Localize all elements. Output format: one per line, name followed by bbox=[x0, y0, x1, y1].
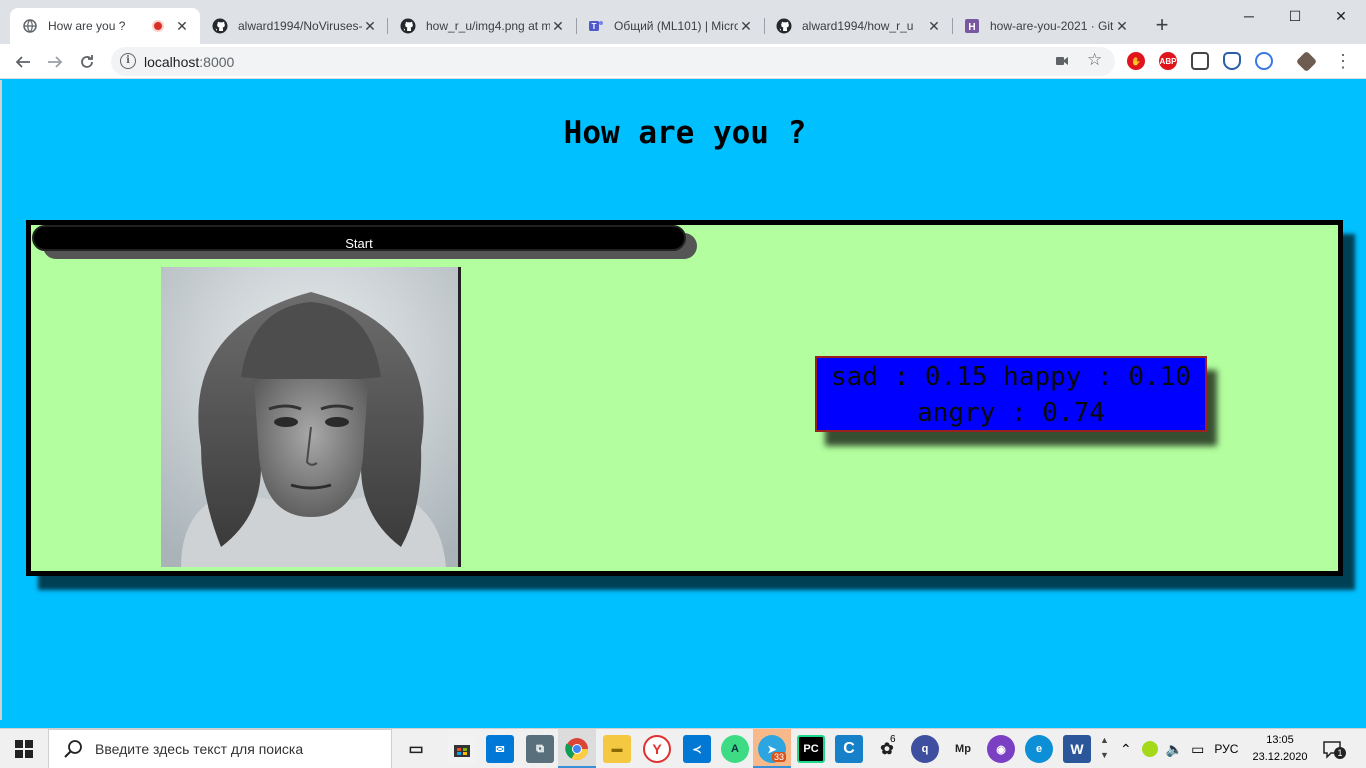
url-host: localhost bbox=[144, 54, 200, 70]
tray-overflow-icon[interactable]: ⌃ bbox=[1120, 741, 1132, 758]
camera-in-use-icon[interactable] bbox=[1056, 56, 1068, 66]
yandex-browser-icon[interactable]: Y bbox=[643, 735, 671, 763]
network-app-icon[interactable]: ⧉ bbox=[526, 735, 554, 763]
word-icon[interactable]: W bbox=[1063, 735, 1091, 763]
diamond-extension-icon[interactable] bbox=[1295, 50, 1318, 73]
svg-text:H: H bbox=[968, 22, 975, 33]
date: 23.12.2020 bbox=[1252, 751, 1308, 763]
url-port: :8000 bbox=[199, 54, 235, 70]
forward-button[interactable] bbox=[42, 49, 68, 75]
main-panel: Start sad: 0.15 happy: 0.10 angry: 0.… bbox=[26, 220, 1343, 576]
mail-icon[interactable]: ✉ bbox=[486, 735, 514, 763]
search-placeholder: Введите здесь текст для поиска bbox=[95, 741, 304, 757]
ccleaner-icon[interactable]: C bbox=[835, 735, 863, 763]
tab-title: alward1994/how_r_u bbox=[802, 19, 914, 33]
android-studio-icon[interactable]: A bbox=[721, 735, 749, 763]
notification-count: 1 bbox=[1334, 747, 1346, 759]
screen-extension-icon[interactable] bbox=[1191, 52, 1209, 70]
teams-icon: T bbox=[588, 18, 604, 34]
close-tab-icon[interactable]: ✕ bbox=[1114, 18, 1130, 34]
close-tab-icon[interactable]: ✕ bbox=[738, 18, 754, 34]
chrome-menu-icon[interactable]: ⋮ bbox=[1334, 50, 1352, 72]
pycharm-icon[interactable]: PC bbox=[797, 735, 825, 763]
close-tab-icon[interactable]: ✕ bbox=[550, 18, 566, 34]
bookmark-star-icon[interactable]: ☆ bbox=[1087, 50, 1102, 70]
github-icon bbox=[400, 18, 416, 34]
tab-title: how_r_u/img4.png at m bbox=[426, 19, 550, 33]
sync-extension-icon[interactable] bbox=[1255, 52, 1273, 70]
tab-how-are-you[interactable]: How are you ? ✕ bbox=[10, 8, 200, 44]
notification-center-icon[interactable]: 1 bbox=[1322, 739, 1346, 759]
shield-extension-icon[interactable] bbox=[1223, 52, 1241, 70]
github-icon bbox=[212, 18, 228, 34]
recording-indicator-icon bbox=[152, 20, 164, 32]
tray-app-icon[interactable] bbox=[1141, 741, 1158, 757]
github-icon bbox=[776, 18, 792, 34]
store-icon[interactable] bbox=[448, 735, 476, 763]
close-window-button[interactable]: ✕ bbox=[1318, 4, 1364, 28]
search-icon bbox=[64, 740, 82, 758]
stop-extension-icon[interactable]: ✋ bbox=[1127, 52, 1145, 70]
system-tray: ⌃ 🔈 ▭ РУС bbox=[1118, 729, 1238, 768]
heroku-icon: H bbox=[964, 18, 980, 34]
windows-logo-icon bbox=[15, 740, 33, 758]
back-button[interactable] bbox=[10, 49, 36, 75]
tab-noviruses[interactable]: alward1994/NoViruses- ✕ bbox=[200, 8, 388, 44]
start-button[interactable]: Start bbox=[32, 225, 686, 251]
time: 13:05 bbox=[1266, 734, 1294, 746]
vscode-icon[interactable]: ≺ bbox=[683, 735, 711, 763]
page-title: How are you ? bbox=[563, 115, 807, 151]
close-tab-icon[interactable]: ✕ bbox=[926, 18, 942, 34]
tab-how-r-u-repo[interactable]: alward1994/how_r_u ✕ bbox=[764, 8, 952, 44]
new-tab-button[interactable]: + bbox=[1150, 14, 1174, 38]
arrow-left-icon bbox=[15, 56, 30, 68]
arrow-right-icon bbox=[48, 56, 63, 68]
globe-icon bbox=[22, 18, 38, 34]
close-tab-icon[interactable]: ✕ bbox=[362, 18, 378, 34]
reload-button[interactable] bbox=[74, 49, 100, 75]
icq-icon[interactable]: ✿ bbox=[873, 735, 901, 763]
reload-icon bbox=[81, 55, 93, 68]
adblock-extension-icon[interactable]: ABP bbox=[1159, 52, 1177, 70]
tab-heroku[interactable]: H how-are-you-2021 · Git ✕ bbox=[952, 8, 1140, 44]
emotion-result-box: sad : 0.15 happy : 0.10 angry : 0.74 bbox=[815, 356, 1207, 432]
minimize-button[interactable]: ─ bbox=[1226, 4, 1272, 28]
podcast-app-icon[interactable]: ◉ bbox=[987, 735, 1015, 763]
windows-taskbar: Введите здесь текст для поиска ▭ ✉ ⧉ ▬ Y… bbox=[0, 728, 1366, 768]
close-tab-icon[interactable]: ✕ bbox=[174, 18, 190, 34]
file-explorer-icon[interactable]: ▬ bbox=[603, 735, 631, 763]
maximize-button[interactable]: ☐ bbox=[1272, 4, 1318, 28]
url-text[interactable]: localhost:8000 bbox=[144, 54, 234, 70]
tab-teams[interactable]: T Общий (ML101) | Micro ✕ bbox=[576, 8, 764, 44]
windows-start-button[interactable] bbox=[0, 729, 48, 768]
svg-text:T: T bbox=[592, 22, 597, 31]
volume-icon[interactable]: 🔈 bbox=[1166, 741, 1183, 758]
emotion-result-line: angry : 0.74 bbox=[917, 398, 1105, 428]
language-indicator[interactable]: РУС bbox=[1214, 742, 1238, 756]
tab-img4[interactable]: how_r_u/img4.png at m ✕ bbox=[388, 8, 576, 44]
info-icon[interactable]: i bbox=[120, 53, 136, 69]
taskbar-search-box[interactable]: Введите здесь текст для поиска bbox=[48, 729, 392, 768]
web-page: How are you ? Start sad: 0.15 happy: 0… bbox=[0, 80, 1366, 720]
edge-icon[interactable]: e bbox=[1025, 735, 1053, 763]
tab-title: How are you ? bbox=[48, 19, 126, 33]
tab-title: Общий (ML101) | Micro bbox=[614, 19, 738, 33]
tab-bar: How are you ? ✕ alward1994/NoViruses- ✕ … bbox=[0, 0, 1366, 44]
chrome-icon[interactable] bbox=[563, 735, 591, 763]
address-bar[interactable]: i localhost:8000 ☆ bbox=[111, 47, 1115, 76]
tab-title: alward1994/NoViruses- bbox=[238, 19, 362, 33]
icq-badge: 6 bbox=[890, 734, 896, 745]
browser-toolbar: i localhost:8000 ☆ ✋ ABP ⋮ bbox=[0, 44, 1366, 79]
taskbar-scroll-icon[interactable]: ▲ ▼ bbox=[1100, 733, 1109, 763]
qbittorrent-icon[interactable]: q bbox=[911, 735, 939, 763]
battery-icon[interactable]: ▭ bbox=[1191, 741, 1204, 758]
tab-title: how-are-you-2021 · Git bbox=[990, 19, 1114, 33]
emotion-result-line: sad : 0.15 happy : 0.10 bbox=[830, 362, 1192, 392]
task-view-icon[interactable]: ▭ bbox=[402, 735, 430, 763]
face-photo bbox=[161, 267, 461, 567]
mp-app-icon[interactable]: Mp bbox=[949, 735, 977, 763]
telegram-badge: 33 bbox=[772, 752, 787, 762]
clock[interactable]: 13:05 23.12.2020 bbox=[1250, 732, 1310, 766]
